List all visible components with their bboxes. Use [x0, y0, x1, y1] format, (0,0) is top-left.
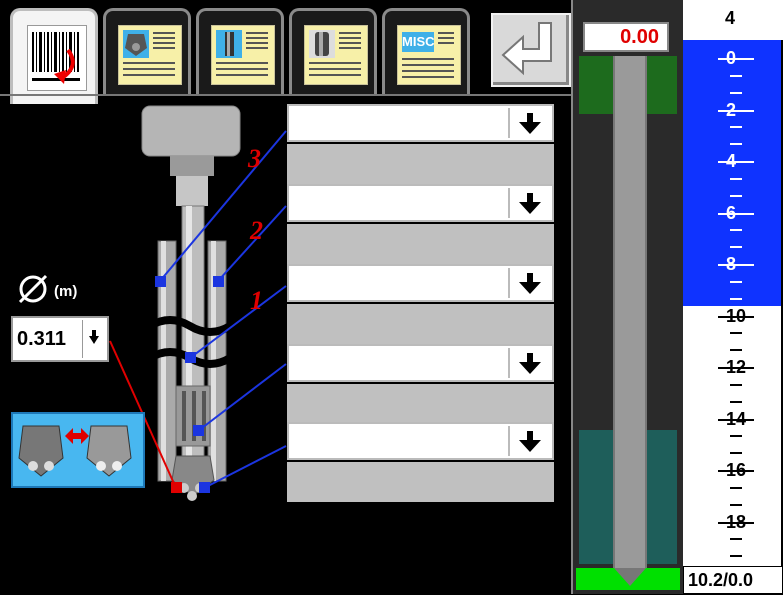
- depth-tick: [718, 58, 754, 60]
- depth-minor-tick: [730, 349, 742, 352]
- tab-pipe[interactable]: [196, 8, 284, 94]
- dropdown-arrow-icon: [508, 108, 550, 138]
- slot-1-detail-bar: [287, 144, 554, 184]
- diameter-symbol: [16, 272, 50, 306]
- slot-4-detail-bar: [287, 384, 554, 424]
- bit-depth-marker: [576, 568, 680, 590]
- depth-minor-tick: [730, 400, 742, 403]
- depth-minor-tick: [730, 538, 742, 541]
- pipe-doc-icon: [211, 25, 275, 85]
- slot-4-select[interactable]: [287, 344, 554, 382]
- depth-tick: [718, 470, 754, 472]
- slot-5-select[interactable]: [287, 422, 554, 460]
- depth-tick: [718, 521, 754, 524]
- slot-1-select[interactable]: [287, 104, 554, 142]
- depth-minor-tick: [730, 246, 742, 249]
- depth-minor-tick: [730, 194, 742, 197]
- depth-tick: [718, 418, 754, 421]
- barcode-icon: [27, 25, 87, 91]
- tab-misc[interactable]: MISC: [382, 8, 470, 94]
- dropdown-arrow-icon: [508, 268, 550, 298]
- depth-minor-tick: [730, 332, 742, 335]
- chevron-down-icon: [82, 320, 105, 358]
- depth-tick: [718, 109, 754, 112]
- tab-barcode[interactable]: [10, 8, 98, 104]
- depth-readout-value: 10.2/0.0: [688, 570, 754, 590]
- casing-doc-icon: [304, 25, 368, 85]
- misc-label: MISC: [402, 32, 435, 52]
- component-label-3: 3: [248, 144, 261, 173]
- diameter-value: 0.311: [17, 328, 66, 350]
- misc-doc-icon: MISC: [397, 25, 461, 85]
- depth-readout: 10.2/0.0: [683, 566, 783, 594]
- tab-bit[interactable]: [103, 8, 191, 94]
- slot-3-detail-bar: [287, 304, 554, 344]
- slot-2-select[interactable]: [287, 184, 554, 222]
- depth-minor-tick: [730, 280, 742, 283]
- depth-minor-tick: [730, 486, 742, 489]
- slot-3-select[interactable]: [287, 264, 554, 302]
- depth-tick: [718, 315, 754, 318]
- depth-tick: [718, 264, 754, 266]
- diameter-unit: (m): [54, 283, 78, 300]
- slot-2-detail-bar: [287, 224, 554, 264]
- depth-minor-tick: [730, 555, 742, 558]
- bit-doc-icon: [118, 25, 182, 85]
- ruler-top-label: 4: [725, 8, 736, 28]
- depth-minor-tick: [730, 297, 742, 300]
- slot-5-detail-bar: [287, 462, 554, 502]
- dropdown-arrow-icon: [508, 348, 550, 378]
- depth-minor-tick: [730, 91, 742, 94]
- diameter-select[interactable]: 0.311: [11, 316, 109, 362]
- dropdown-arrow-icon: [508, 426, 550, 456]
- depth-minor-tick: [730, 383, 742, 386]
- wellbore-panel: [571, 0, 685, 594]
- depth-minor-tick: [730, 126, 742, 129]
- tool-readout-value: 0.00: [620, 26, 659, 48]
- depth-minor-tick: [730, 503, 742, 506]
- depth-minor-tick: [730, 143, 742, 146]
- dropdown-arrow-icon: [508, 188, 550, 218]
- depth-minor-tick: [730, 177, 742, 180]
- depth-minor-tick: [730, 74, 742, 77]
- depth-minor-tick: [730, 452, 742, 455]
- depth-tick: [718, 212, 754, 215]
- tab-casing[interactable]: [289, 8, 377, 94]
- return-arrow-icon: [501, 22, 552, 76]
- swap-bits-icon: [18, 425, 132, 477]
- depth-minor-tick: [730, 229, 742, 232]
- component-label-2: 2: [250, 216, 263, 245]
- depth-tick: [718, 161, 754, 163]
- depth-minor-tick: [730, 435, 742, 438]
- depth-tick: [718, 367, 754, 369]
- back-button[interactable]: [491, 13, 571, 87]
- swap-bit-button[interactable]: [11, 412, 145, 488]
- component-label-1: 1: [250, 286, 263, 315]
- tool-readout: 0.00: [583, 22, 669, 52]
